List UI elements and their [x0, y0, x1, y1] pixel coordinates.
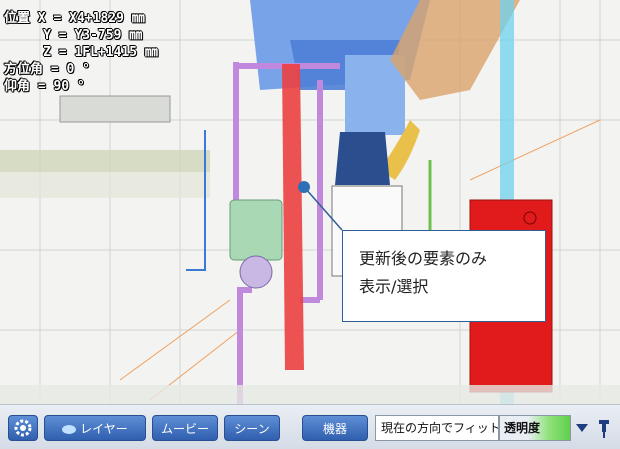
pin-icon — [599, 420, 609, 438]
chevron-down-icon — [576, 424, 588, 432]
fit-to-direction-button[interactable]: 現在の方向でフィット — [375, 415, 499, 441]
x-coordinate: 位置 X = X4+1829 ㎜ — [4, 11, 145, 26]
bottom-toolbar: レイヤー ムービー シーン 機器 現在の方向でフィット 透明度 — [0, 404, 620, 449]
gear-icon — [14, 419, 32, 437]
coordinate-readout: 位置 X = X4+1829 ㎜ Y = Y3-759 ㎜ Z = 1FL+14… — [4, 10, 158, 95]
layer-icon — [62, 425, 77, 434]
callout-line-1: 更新後の要素のみ — [359, 249, 488, 268]
equipment-button[interactable]: 機器 — [302, 415, 368, 441]
3d-viewport[interactable]: 位置 X = X4+1829 ㎜ Y = Y3-759 ㎜ Z = 1FL+14… — [0, 0, 620, 404]
transparency-slider[interactable]: 透明度 — [499, 415, 571, 441]
pin-button[interactable] — [594, 415, 614, 441]
equipment-button-label: 機器 — [322, 422, 347, 436]
scene-button-label: シーン — [234, 422, 270, 436]
movie-button-label: ムービー — [160, 422, 209, 436]
transparency-label: 透明度 — [504, 421, 541, 435]
layer-button[interactable]: レイヤー — [44, 415, 146, 441]
z-coordinate: Z = 1FL+1415 ㎜ — [4, 45, 158, 60]
azimuth-readout: 方位角 = 0 ° — [4, 62, 90, 77]
transparency-dropdown[interactable] — [573, 415, 591, 441]
callout-box: 更新後の要素のみ 表示/選択 — [342, 230, 546, 322]
layer-button-label: レイヤー — [80, 422, 128, 436]
callout-line-2: 表示/選択 — [359, 277, 429, 296]
settings-button[interactable] — [8, 415, 38, 441]
y-coordinate: Y = Y3-759 ㎜ — [4, 28, 143, 43]
movie-button[interactable]: ムービー — [152, 415, 218, 441]
elevation-readout: 仰角 = 90 ° — [4, 79, 85, 94]
scene-button[interactable]: シーン — [224, 415, 280, 441]
callout-anchor-dot — [298, 181, 310, 193]
fit-label: 現在の方向でフィット — [381, 421, 499, 435]
